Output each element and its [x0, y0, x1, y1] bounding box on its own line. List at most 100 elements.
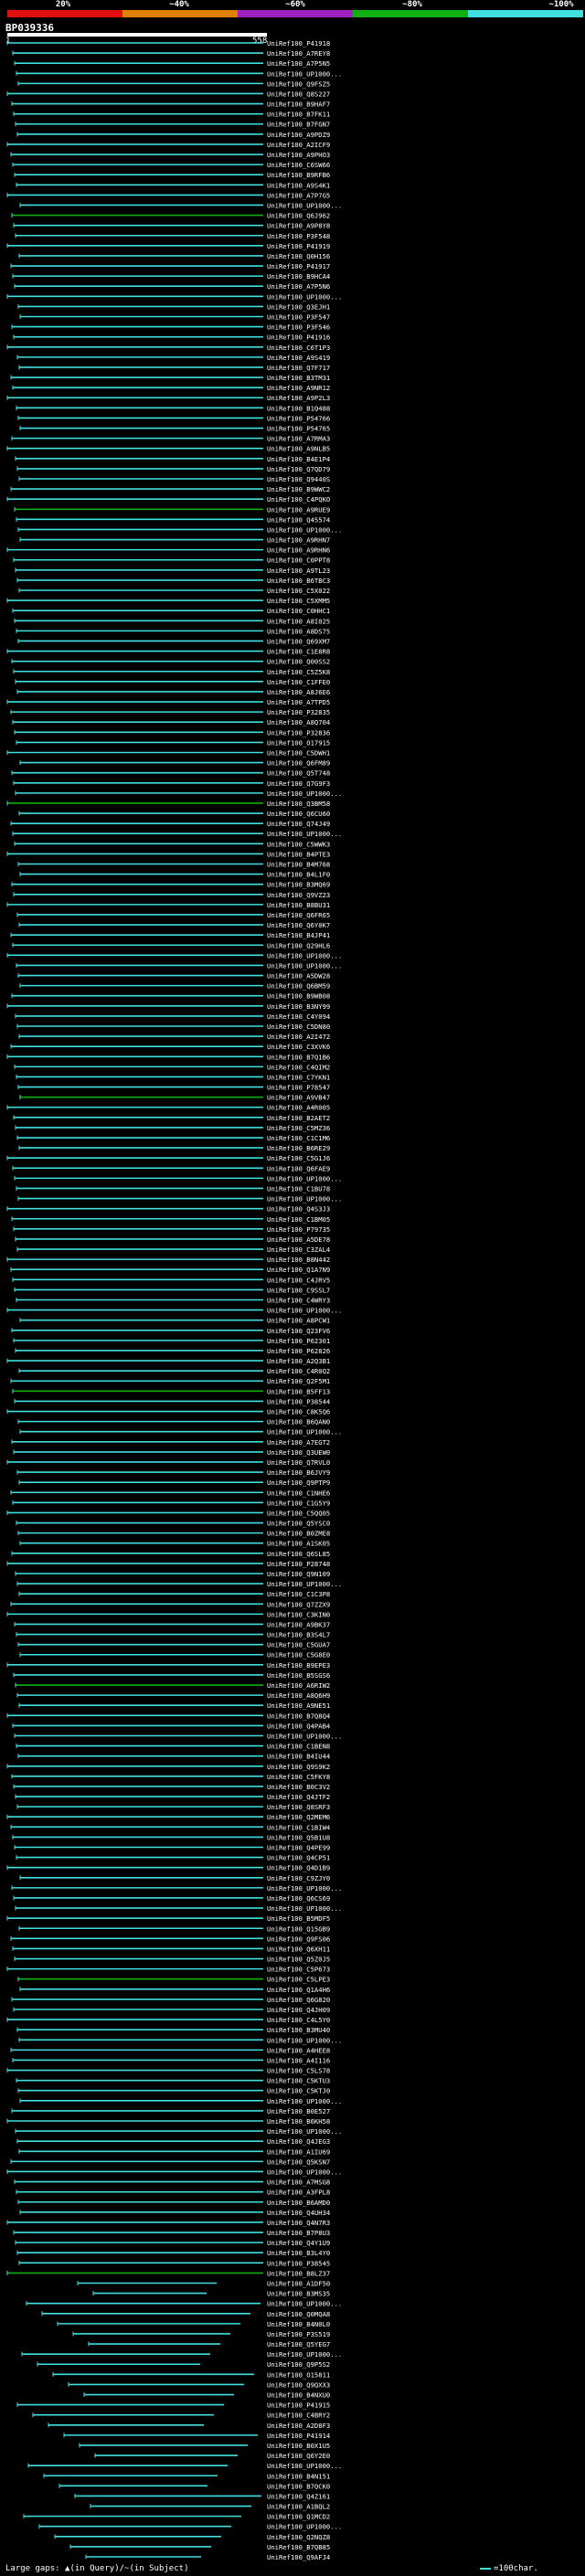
hit-id-label[interactable]: UniRef100_C1C1M6 [267, 1134, 330, 1142]
hit-id-label[interactable]: UniRef100_A9RHN6 [267, 546, 330, 555]
hit-id-label[interactable]: UniRef100_Q4Y1U9 [267, 2239, 330, 2247]
hit-id-label[interactable]: UniRef100_Q00SS2 [267, 658, 330, 666]
hit-id-label[interactable]: UniRef100_UP1000... [267, 1307, 342, 1315]
hit-id-label[interactable]: UniRef100_C5XMM5 [267, 597, 330, 605]
hit-row[interactable]: UniRef100_Q6FM89 [19, 759, 330, 768]
hit-id-label[interactable]: UniRef100_P54766 [267, 414, 330, 422]
hit-row[interactable]: UniRef100_B3MQ69 [11, 881, 330, 889]
hit-id-label[interactable]: UniRef100_Q5KSN7 [267, 2157, 330, 2166]
hit-row[interactable]: UniRef100_A5DW28 [17, 972, 330, 981]
hit-row[interactable]: UniRef100_C5KTU3 [16, 2077, 330, 2085]
hit-row[interactable]: UniRef100_C1C3P8 [18, 1590, 330, 1598]
hit-id-label[interactable]: UniRef100_UP1000... [267, 292, 342, 301]
hit-id-label[interactable]: UniRef100_B6AMD0 [267, 2199, 330, 2207]
hit-id-label[interactable]: UniRef100_A7RMA3 [267, 435, 330, 443]
hit-row[interactable]: UniRef100_C4R0Q2 [18, 1367, 330, 1375]
hit-id-label[interactable]: UniRef100_UP1000... [267, 2350, 342, 2359]
hit-id-label[interactable]: UniRef100_UP1000... [267, 2462, 342, 2470]
hit-id-label[interactable]: UniRef100_A7TPD5 [267, 698, 330, 706]
hit-id-label[interactable]: UniRef100_C1C3P8 [267, 1590, 330, 1598]
hit-id-label[interactable]: UniRef100_C5KTU3 [267, 2077, 330, 2085]
hit-row[interactable]: UniRef100_B9WWC2 [10, 485, 330, 493]
hit-row[interactable]: UniRef100_Q1A4H6 [19, 1986, 330, 1994]
hit-id-label[interactable]: UniRef100_A8J6E6 [267, 688, 330, 696]
hit-row[interactable]: UniRef100_UP1000... [26, 2300, 342, 2308]
hit-row[interactable]: UniRef100_C1BU78 [16, 1184, 330, 1193]
hit-id-label[interactable]: UniRef100_Q6FR65 [267, 911, 330, 919]
hit-id-label[interactable]: UniRef100_Q9P5S2 [267, 2360, 330, 2369]
hit-row[interactable]: UniRef100_B3MU40 [16, 2026, 330, 2034]
hit-row[interactable]: UniRef100_Q2NQZ8 [54, 2533, 330, 2541]
hit-row[interactable]: UniRef100_UP1000... [14, 1174, 342, 1182]
hit-id-label[interactable]: UniRef100_A9TL23 [267, 567, 330, 575]
hit-id-label[interactable]: UniRef100_Q6FAE9 [267, 1164, 330, 1172]
hit-row[interactable]: UniRef100_Q1A7N9 [10, 1266, 330, 1274]
hit-row[interactable]: UniRef100_A9VB47 [19, 1094, 330, 1102]
hit-row[interactable]: UniRef100_P41916 [13, 334, 330, 342]
hit-row[interactable]: UniRef100_UP1000... [15, 1904, 342, 1913]
hit-id-label[interactable]: UniRef100_B9EPE3 [267, 1661, 330, 1670]
hit-row[interactable]: UniRef100_Q9FS06 [10, 1935, 330, 1943]
hit-row[interactable]: UniRef100_C5DN80 [16, 1023, 330, 1031]
hit-id-label[interactable]: UniRef100_B4JP41 [267, 931, 330, 939]
hit-id-label[interactable]: UniRef100_B3MS35 [267, 2290, 330, 2298]
hit-id-label[interactable]: UniRef100_UP1000... [267, 525, 342, 534]
hit-id-label[interactable]: UniRef100_O17915 [267, 738, 330, 747]
hit-row[interactable]: UniRef100_B5FF13 [12, 1387, 330, 1395]
hit-id-label[interactable]: UniRef100_C6SW66 [267, 161, 330, 169]
hit-id-label[interactable]: UniRef100_A7P5N5 [267, 59, 330, 68]
hit-row[interactable]: UniRef100_C6T1P3 [6, 344, 330, 352]
hit-row[interactable]: UniRef100_C9ZJY0 [19, 1874, 330, 1882]
hit-id-label[interactable]: UniRef100_Q4JEG3 [267, 2137, 330, 2146]
hit-id-label[interactable]: UniRef100_B7FK11 [267, 111, 330, 119]
hit-row[interactable]: UniRef100_B9EPE3 [6, 1661, 330, 1670]
hit-row[interactable]: UniRef100_A9P8Y8 [13, 222, 330, 230]
hit-id-label[interactable]: UniRef100_B5FF13 [267, 1387, 330, 1395]
hit-row[interactable]: UniRef100_P3F548 [15, 232, 330, 240]
hit-row[interactable]: UniRef100_P79735 [13, 1225, 330, 1234]
hit-id-label[interactable]: UniRef100_A1SK05 [267, 1540, 330, 1548]
hit-id-label[interactable]: UniRef100_A3FPL8 [267, 2189, 330, 2197]
hit-id-label[interactable]: UniRef100_Q6J962 [267, 212, 330, 220]
hit-id-label[interactable]: UniRef100_UP1000... [267, 951, 342, 959]
hit-row[interactable]: UniRef100_C4QIM2 [14, 1063, 330, 1071]
hit-row[interactable]: UniRef100_Q7RVL0 [6, 1458, 330, 1467]
hit-id-label[interactable]: UniRef100_B3NY99 [267, 1002, 330, 1011]
hit-id-label[interactable]: UniRef100_P32836 [267, 728, 330, 737]
hit-id-label[interactable]: UniRef100_C5Z5K8 [267, 668, 330, 676]
hit-id-label[interactable]: UniRef100_C8K5Q6 [267, 1408, 330, 1416]
hit-row[interactable]: UniRef100_O17915 [16, 738, 330, 747]
hit-id-label[interactable]: UniRef100_P41915 [267, 2401, 330, 2410]
hit-id-label[interactable]: UniRef100_C5X022 [267, 587, 330, 595]
hit-row[interactable]: UniRef100_C4BRY2 [32, 2412, 330, 2420]
hit-row[interactable]: UniRef100_B0C3V2 [13, 1783, 330, 1791]
hit-row[interactable]: UniRef100_C1FFE0 [15, 678, 330, 686]
hit-id-label[interactable]: UniRef100_C4L5Y0 [267, 2016, 330, 2024]
hit-id-label[interactable]: UniRef100_P3F546 [267, 323, 330, 332]
hit-row[interactable]: UniRef100_C0HHC1 [12, 607, 330, 615]
hit-id-label[interactable]: UniRef100_B3MU40 [267, 2026, 330, 2034]
hit-id-label[interactable]: UniRef100_P78547 [267, 1084, 330, 1092]
hit-row[interactable]: UniRef100_Q74J49 [10, 820, 330, 828]
hit-row[interactable]: UniRef100_A1DF50 [77, 2279, 330, 2287]
hit-id-label[interactable]: UniRef100_Q1MCD2 [267, 2513, 330, 2521]
hit-id-label[interactable]: UniRef100_UP1000... [267, 2097, 342, 2105]
hit-row[interactable]: UniRef100_A9RUE9 [14, 505, 330, 514]
hit-row[interactable]: UniRef100_B6TBC3 [16, 577, 330, 585]
hit-row[interactable]: UniRef100_P28748 [6, 1560, 330, 1568]
hit-id-label[interactable]: UniRef100_A9BK37 [267, 1620, 330, 1628]
hit-row[interactable]: UniRef100_A3FPL8 [16, 2189, 330, 2197]
hit-id-label[interactable]: UniRef100_B0ZME8 [267, 1530, 330, 1538]
hit-id-label[interactable]: UniRef100_Q6SL85 [267, 1550, 330, 1558]
hit-id-label[interactable]: UniRef100_B4N151 [267, 2472, 330, 2480]
hit-id-label[interactable]: UniRef100_B3S4L7 [267, 1631, 330, 1639]
hit-id-label[interactable]: UniRef100_B4NXU0 [267, 2391, 330, 2400]
hit-row[interactable]: UniRef100_Q6Y0K7 [18, 921, 330, 929]
hit-id-label[interactable]: UniRef100_P41916 [267, 334, 330, 342]
hit-row[interactable]: UniRef100_Q8S227 [6, 90, 330, 98]
hit-row[interactable]: UniRef100_UP1000... [18, 2036, 342, 2044]
hit-id-label[interactable]: UniRef100_UP1000... [267, 69, 342, 78]
hit-id-label[interactable]: UniRef100_B4IU44 [267, 1753, 330, 1761]
hit-id-label[interactable]: UniRef100_Q74J49 [267, 820, 330, 828]
hit-row[interactable]: UniRef100_A8PCW1 [19, 1317, 330, 1325]
